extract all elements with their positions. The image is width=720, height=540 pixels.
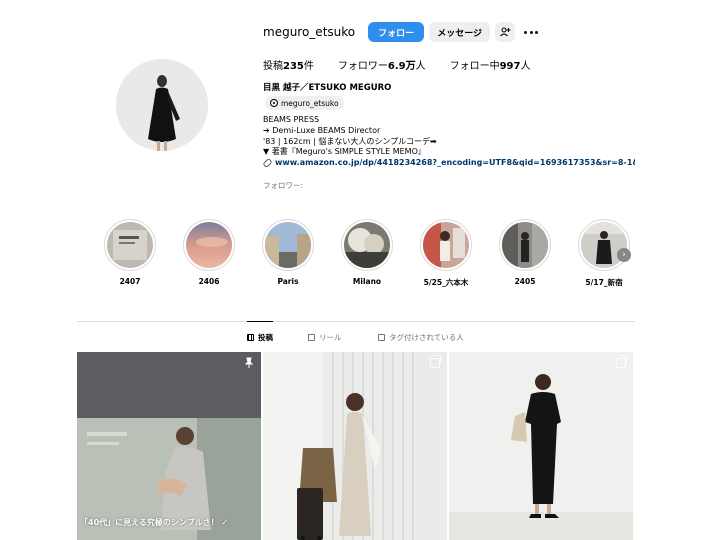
highlight-item[interactable]: Milano — [341, 219, 393, 286]
followers-label: フォロワー — [337, 61, 388, 72]
tab-posts-label: 投稿 — [258, 333, 273, 342]
active-tab-indicator — [247, 321, 273, 322]
bio-line: '83 | 162cm | 悩まない大人のシンプルコーデ➡ — [263, 136, 437, 146]
bio-line: ▼ 著書『Meguro's SIMPLE STYLE MEMO』 — [263, 147, 426, 157]
highlight-label: 2406 — [198, 277, 220, 286]
profile-avatar[interactable] — [116, 59, 208, 151]
tabs-divider — [77, 321, 635, 322]
multiple-images-icon — [616, 355, 627, 368]
following-unit: 人 — [520, 61, 531, 72]
following-count[interactable]: フォロー中997人 — [450, 57, 531, 72]
post-tile[interactable] — [263, 352, 447, 540]
highlight-item[interactable]: 5/25_六本木 — [420, 219, 472, 287]
posts-value: 235 — [283, 61, 304, 72]
highlight-item[interactable]: Paris — [262, 219, 314, 286]
highlight-label: 2407 — [119, 277, 141, 286]
pin-icon — [244, 357, 254, 368]
post-tile[interactable] — [449, 352, 633, 540]
posts-unit: 件 — [303, 61, 314, 72]
followers-count[interactable]: フォロワー6.9万人 — [338, 57, 426, 72]
tab-tagged[interactable]: タグ付けされている人 — [378, 332, 464, 343]
highlight-label: Milano — [352, 277, 382, 286]
bio: BEAMS PRESS ➔ Demi-Luxe BEAMS Director '… — [263, 115, 437, 158]
followers-unit: 人 — [415, 61, 426, 72]
profile-header-actions: meguro_etsuko フォロー メッセージ — [263, 22, 539, 42]
grid-icon — [247, 334, 254, 341]
message-button[interactable]: メッセージ — [429, 22, 491, 42]
highlight-item[interactable]: 2405 — [499, 219, 551, 286]
tab-posts[interactable]: 投稿 — [247, 332, 273, 343]
threads-badge[interactable]: meguro_etsuko — [265, 96, 344, 110]
following-value: 997 — [499, 61, 521, 72]
tab-tagged-label: タグ付けされている人 — [389, 333, 464, 342]
post-caption: 「40代」に見える究極のシンプルさ！ ✓ — [80, 518, 229, 527]
bio-link-text: www.amazon.co.jp/dp/4418234268?_encoding… — [275, 158, 635, 167]
bio-line: ➔ Demi-Luxe BEAMS Director — [263, 125, 381, 135]
highlight-item[interactable]: 2407 — [104, 219, 156, 286]
highlight-item[interactable]: 2406 — [183, 219, 235, 286]
tab-reels[interactable]: リール — [308, 332, 342, 343]
followers-value: 6.9万 — [387, 61, 416, 72]
add-person-icon[interactable] — [495, 22, 516, 42]
username: meguro_etsuko — [263, 25, 356, 39]
link-icon — [263, 158, 273, 167]
tab-reels-label: リール — [319, 333, 342, 342]
highlight-label: 2405 — [514, 277, 536, 286]
tagged-icon — [378, 334, 385, 341]
highlight-label: 5/25_六本木 — [423, 278, 469, 287]
posts-label: 投稿 — [263, 61, 283, 72]
bio-link[interactable]: www.amazon.co.jp/dp/4418234268?_encoding… — [263, 158, 635, 167]
threads-handle: meguro_etsuko — [281, 98, 339, 108]
following-label: フォロー中 — [449, 61, 500, 72]
follow-button[interactable]: フォロー — [368, 22, 425, 42]
threads-icon — [270, 99, 278, 107]
highlight-label: Paris — [277, 277, 299, 286]
reels-icon — [308, 334, 315, 341]
posts-count: 投稿235件 — [263, 57, 314, 72]
multiple-images-icon — [430, 355, 441, 368]
post-tile[interactable]: 「40代」に見える究極のシンプルさ！ ✓ — [77, 352, 261, 540]
followed-by: フォロワー: — [263, 181, 304, 190]
more-horizontal-icon[interactable] — [524, 22, 539, 42]
full-name: 目黒 越子／ETSUKO MEGURO — [263, 83, 392, 93]
chevron-right-icon[interactable]: › — [617, 248, 631, 262]
highlight-label: 5/17_新宿 — [585, 278, 623, 287]
highlight-item[interactable]: 5/17_新宿 — [578, 219, 630, 287]
profile-stats: 投稿235件 フォロワー6.9万人 フォロー中997人 — [263, 57, 554, 72]
bio-line: BEAMS PRESS — [263, 115, 320, 124]
